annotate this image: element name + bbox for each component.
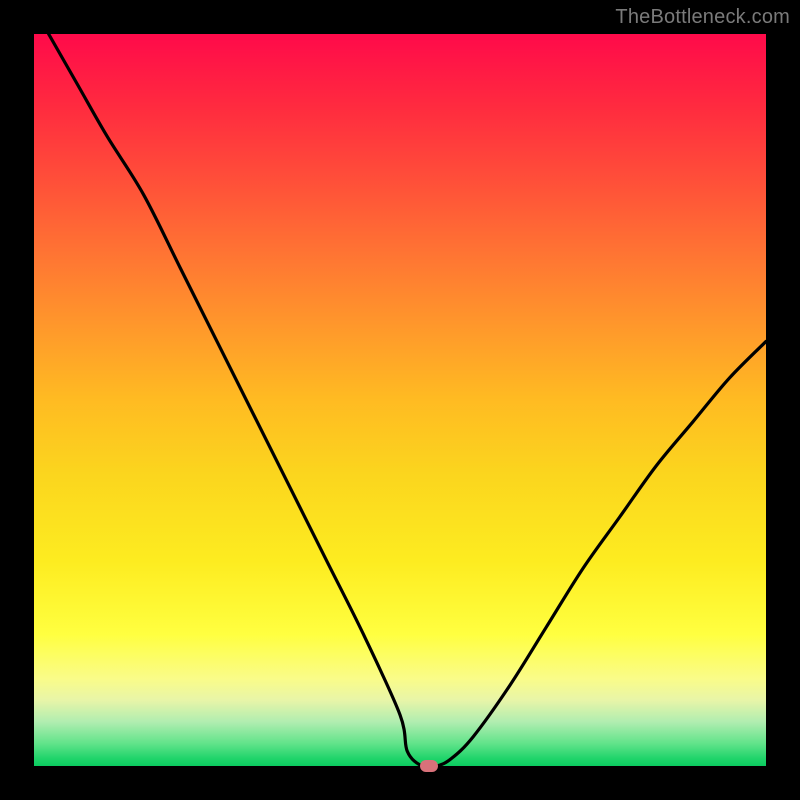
chart-frame: TheBottleneck.com bbox=[0, 0, 800, 800]
optimal-point-marker bbox=[420, 760, 438, 772]
plot-area bbox=[34, 34, 766, 766]
watermark-text: TheBottleneck.com bbox=[615, 6, 790, 29]
bottleneck-curve bbox=[34, 34, 766, 766]
